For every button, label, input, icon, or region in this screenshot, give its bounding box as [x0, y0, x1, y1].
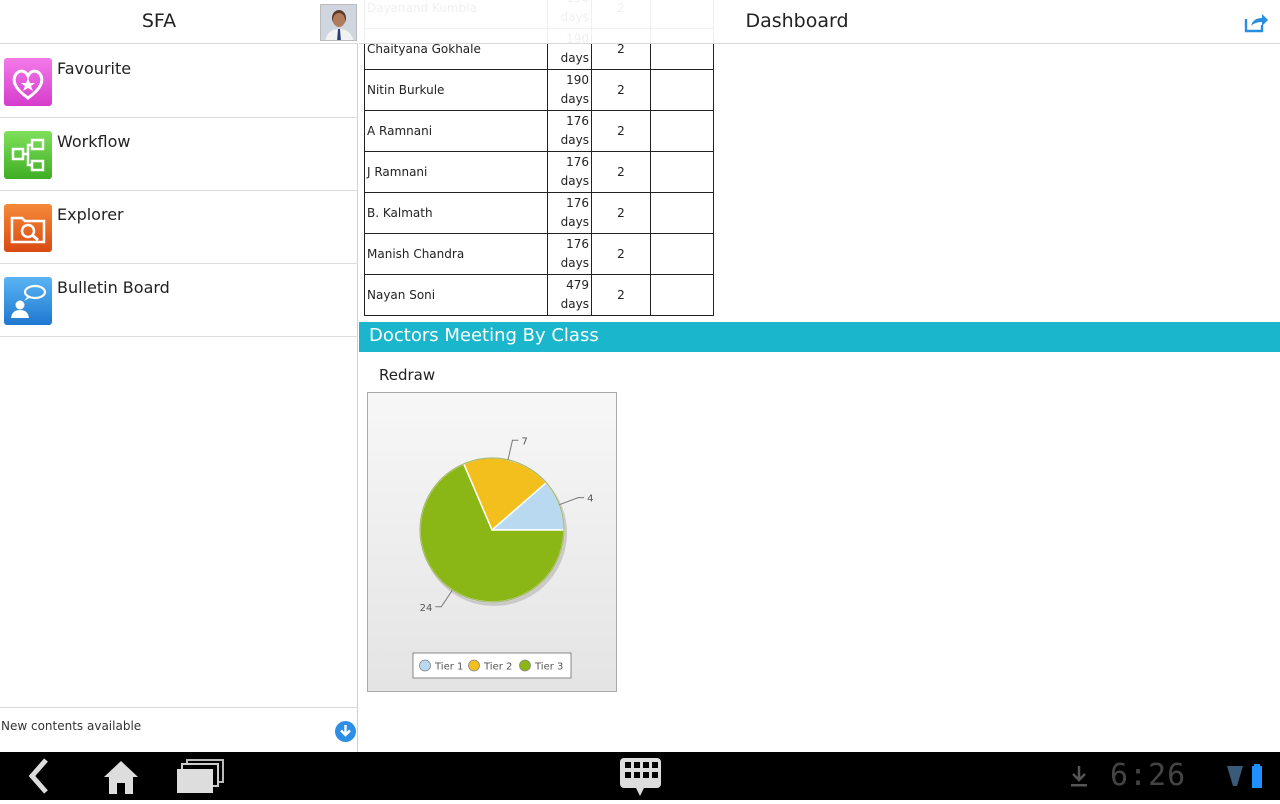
back-icon[interactable]	[22, 752, 56, 800]
doctor-visit-table: Dayanand Kumbla190days2Chaityana Gokhale…	[364, 0, 714, 316]
data-label-leader	[507, 439, 519, 460]
doctor-name-cell: Nitin Burkule	[364, 69, 548, 111]
days-unit: days	[560, 133, 589, 147]
count-cell: 2	[591, 110, 651, 152]
legend-swatch	[419, 659, 431, 672]
days-number: 176	[566, 237, 589, 251]
table-row: Nayan Soni 479 days 2	[364, 274, 714, 316]
empty-cell	[650, 274, 714, 316]
days-unit: days	[560, 92, 589, 106]
days-unit: days	[560, 215, 589, 229]
data-label: 24	[420, 603, 433, 614]
days-unit: days	[560, 256, 589, 270]
empty-cell	[650, 69, 714, 111]
avatar[interactable]	[320, 4, 357, 41]
download-status-icon	[1068, 752, 1090, 800]
dashboard-header: Dashboard	[359, 0, 1280, 44]
doctor-name-cell: A Ramnani	[364, 110, 548, 152]
bulletin-board-icon	[4, 277, 52, 325]
new-contents-bar: New contents available	[0, 707, 358, 752]
page-title: Dashboard	[745, 10, 849, 32]
favourite-heart-icon	[4, 58, 52, 106]
empty-cell	[650, 233, 714, 275]
legend-swatch	[468, 659, 480, 672]
days-number: 190	[566, 73, 589, 87]
home-icon[interactable]	[101, 752, 141, 800]
pie-chart-svg: 4 7 24 Tier 1 Tier 2 Tier 3	[412, 436, 594, 679]
count-cell: 2	[591, 151, 651, 193]
new-contents-text: New contents available	[1, 719, 142, 733]
count-cell: 2	[591, 192, 651, 234]
app-title: SFA	[141, 10, 177, 32]
data-label-leader	[435, 589, 453, 608]
redraw-button[interactable]: Redraw	[379, 366, 435, 384]
doctor-name-cell: J Ramnani	[364, 151, 548, 193]
legend-label: Tier 3	[534, 662, 563, 673]
table-row: Nitin Burkule 190 days 2	[364, 69, 714, 111]
data-label: 4	[587, 494, 593, 505]
explorer-search-icon	[4, 204, 52, 252]
empty-cell	[650, 110, 714, 152]
apps-grid-icon[interactable]	[618, 752, 663, 800]
days-cell: 479 days	[547, 274, 592, 316]
days-number: 479	[566, 278, 589, 292]
system-navigation-bar: 6:26	[0, 752, 1280, 800]
days-cell: 176 days	[547, 151, 592, 193]
sidebar-header: SFA	[0, 0, 358, 44]
table-row: Manish Chandra 176 days 2	[364, 233, 714, 275]
empty-cell	[650, 192, 714, 234]
days-unit: days	[560, 51, 589, 65]
empty-cell	[650, 151, 714, 193]
data-label-leader	[559, 497, 585, 506]
table-row: A Ramnani 176 days 2	[364, 110, 714, 152]
doctor-name-cell: Nayan Soni	[364, 274, 548, 316]
table-row: J Ramnani 176 days 2	[364, 151, 714, 193]
workflow-icon	[4, 131, 52, 179]
days-unit: days	[560, 297, 589, 311]
days-cell: 176 days	[547, 192, 592, 234]
days-cell: 190 days	[547, 69, 592, 111]
sidebar-item-label: Favourite	[57, 59, 132, 78]
sidebar-item-bulletin-board[interactable]: Bulletin Board	[0, 264, 358, 337]
sidebar-item-label: Explorer	[57, 205, 124, 224]
sidebar-item-workflow[interactable]: Workflow	[0, 118, 358, 191]
days-cell: 176 days	[547, 233, 592, 275]
data-label: 7	[521, 436, 527, 447]
count-cell: 2	[591, 233, 651, 275]
legend-swatch	[519, 659, 531, 672]
doctor-name-cell: B. Kalmath	[364, 192, 548, 234]
table-row: B. Kalmath 176 days 2	[364, 192, 714, 234]
section-title: Doctors Meeting By Class	[369, 325, 599, 346]
section-header: Doctors Meeting By Class	[359, 322, 1280, 352]
sidebar: SFA Favourite Workflow Explorer Bulletin…	[0, 0, 358, 752]
days-cell: 176 days	[547, 110, 592, 152]
sidebar-item-label: Workflow	[57, 132, 131, 151]
legend-label: Tier 1	[434, 662, 463, 673]
sidebar-item-label: Bulletin Board	[57, 278, 170, 297]
days-number: 176	[566, 155, 589, 169]
count-cell: 2	[591, 274, 651, 316]
sidebar-item-favourite[interactable]: Favourite	[0, 45, 358, 118]
legend-label: Tier 2	[483, 662, 512, 673]
doctor-name-cell: Manish Chandra	[364, 233, 548, 275]
days-unit: days	[560, 174, 589, 188]
days-number: 176	[566, 196, 589, 210]
recent-apps-icon[interactable]	[175, 752, 225, 800]
share-icon[interactable]	[1243, 10, 1269, 34]
days-number: 176	[566, 114, 589, 128]
dashboard-pane[interactable]: Dayanand Kumbla190days2Chaityana Gokhale…	[359, 0, 1280, 752]
sidebar-item-explorer[interactable]: Explorer	[0, 191, 358, 264]
clock: 6:26	[1110, 758, 1187, 793]
pie-chart: 4 7 24 Tier 1 Tier 2 Tier 3	[367, 392, 617, 692]
wifi-signal-icon	[1225, 752, 1245, 800]
download-icon[interactable]	[335, 721, 356, 742]
battery-icon	[1250, 752, 1264, 800]
count-cell: 2	[591, 69, 651, 111]
